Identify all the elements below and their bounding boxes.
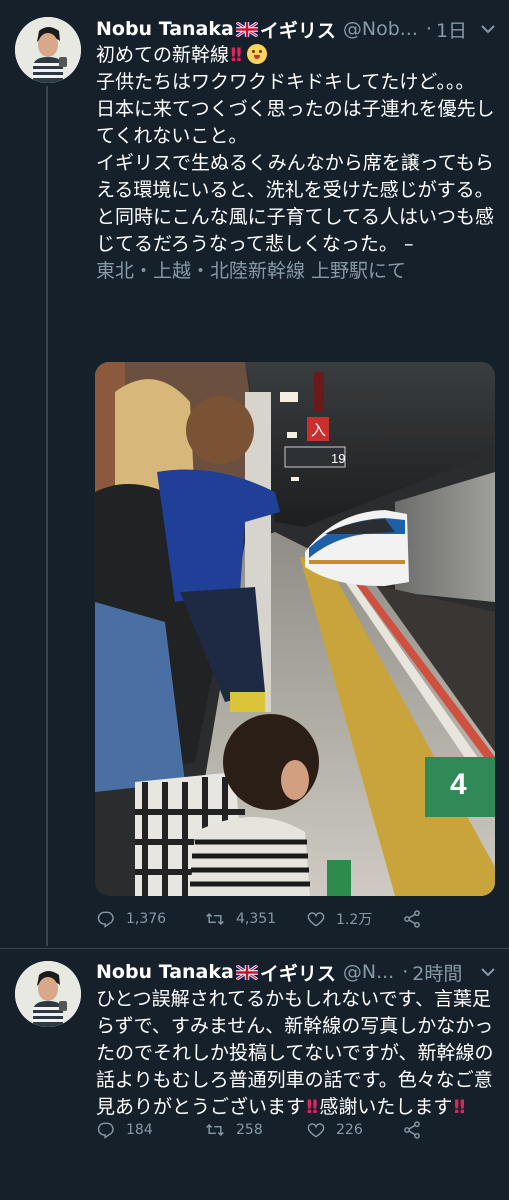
user-handle[interactable]: @Nob... <box>343 18 418 40</box>
tweet-text: ひとつ誤解されてるかもしれないです、言葉足らずで、すみません、新幹線の写真しかな… <box>96 986 496 1121</box>
heart-icon <box>307 1123 325 1138</box>
like-button[interactable]: 1.2万 <box>306 909 402 929</box>
text-line: イギリスで生ぬるくみんなから席を譲ってもらえる環境にいると、洗礼を受けた感じがす… <box>96 152 494 201</box>
reply-button[interactable]: 1,376 <box>96 909 204 929</box>
timestamp[interactable]: 2時間 <box>412 959 462 986</box>
display-name[interactable]: Nobu Tanaka <box>96 18 234 40</box>
station-platform-image: 4 19 入 <box>95 362 495 896</box>
platform-number-sign: 4 <box>450 768 467 801</box>
chevron-down-icon[interactable] <box>477 18 499 40</box>
heart-icon <box>307 912 325 927</box>
text-line: 子供たちはワクワクドキドキしてたけど。。。 <box>96 71 475 93</box>
tweet-1[interactable]: Nobu Tanaka イギリス @Nob... · 1日 初めての新幹線!! … <box>0 0 509 950</box>
display-name-suffix[interactable]: イギリス <box>260 16 336 43</box>
tweet-header: Nobu Tanaka イギリス @Nob... · 1日 <box>96 14 499 44</box>
avatar[interactable] <box>15 17 81 83</box>
text-line: 初めての新幹線 <box>96 44 230 66</box>
separator-dot: · <box>402 961 409 983</box>
uk-flag-icon <box>235 964 258 980</box>
separator-dot: · <box>425 18 432 40</box>
baby-emoji-icon <box>247 44 268 64</box>
tweet-divider <box>0 948 509 949</box>
chevron-down-icon[interactable] <box>477 961 499 983</box>
retweet-button[interactable]: 258 <box>204 1120 306 1140</box>
double-exclamation-icon: !! <box>452 1096 466 1118</box>
user-handle[interactable]: @N... <box>343 961 394 983</box>
text-line: と同時にこんな風に子育てしてる人はいつも感じてるだろうなって悲しくなった。 – <box>96 206 495 255</box>
tweet-2[interactable]: Nobu Tanaka イギリス @N... · 2時間 ひとつ誤解されてるかも… <box>0 950 509 1200</box>
double-exclamation-icon: !! <box>305 1096 319 1118</box>
timestamp[interactable]: 1日 <box>436 16 467 43</box>
share-icon <box>404 910 420 928</box>
avatar[interactable] <box>15 961 81 1027</box>
share-icon <box>404 1121 420 1139</box>
uk-flag-icon <box>235 21 258 37</box>
reply-icon <box>97 1122 114 1139</box>
retweet-count: 4,351 <box>236 911 277 927</box>
double-exclamation-icon: !! <box>229 44 243 66</box>
reply-icon <box>97 911 114 928</box>
retweet-button[interactable]: 4,351 <box>204 909 306 929</box>
reply-count: 184 <box>126 1122 153 1138</box>
retweet-icon <box>206 1123 224 1137</box>
reply-button[interactable]: 184 <box>96 1120 204 1140</box>
share-button[interactable] <box>402 1120 432 1140</box>
display-name[interactable]: Nobu Tanaka <box>96 961 234 983</box>
display-name-suffix[interactable]: イギリス <box>260 959 336 986</box>
location-link[interactable]: 東北・上越・北陸新幹線 上野駅にて <box>96 260 406 282</box>
entrance-sign: 入 <box>311 421 326 439</box>
like-count: 226 <box>336 1122 363 1138</box>
text-thanks: 感謝いたします <box>319 1096 453 1118</box>
like-button[interactable]: 226 <box>306 1120 402 1140</box>
text-line: 日本に来てつくづく思ったのは子連れを優先してくれないこと。 <box>96 98 495 147</box>
share-button[interactable] <box>402 909 432 929</box>
reply-count: 1,376 <box>126 911 167 927</box>
like-count: 1.2万 <box>336 912 373 928</box>
retweet-count: 258 <box>236 1122 263 1138</box>
track-number-sign: 19 <box>331 451 345 466</box>
retweet-icon <box>206 912 224 926</box>
tweet-text: 初めての新幹線!! 子供たちはワクワクドキドキしてたけど。。。 日本に来てつくづ… <box>96 42 496 285</box>
tweet-actions: 1,376 4,351 1.2万 <box>96 907 432 931</box>
tweet-actions: 184 258 226 <box>96 1118 432 1142</box>
tweet-photo[interactable]: 4 19 入 <box>95 362 495 896</box>
tweet-header: Nobu Tanaka イギリス @N... · 2時間 <box>96 957 499 987</box>
